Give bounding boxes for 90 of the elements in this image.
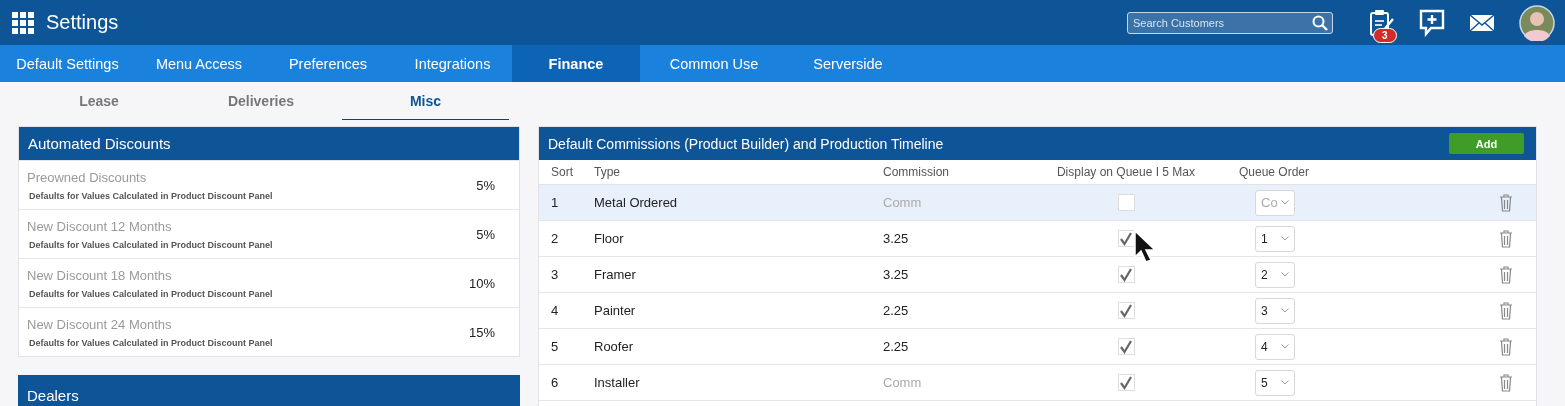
nav-tab[interactable]: Common Use <box>640 45 788 82</box>
checkmark-icon <box>1119 339 1133 354</box>
caret-icon <box>1281 200 1289 205</box>
discount-note: Defaults for Values Calculated in Product Discount Panel <box>29 239 274 250</box>
checkbox[interactable] <box>1117 338 1135 355</box>
checkbox[interactable] <box>1117 230 1135 247</box>
discount-value: 15% <box>468 324 495 340</box>
queue-order-select[interactable]: 3 <box>1255 297 1295 324</box>
discount-name: New Discount 12 Months <box>27 218 173 234</box>
caret-icon <box>1281 380 1289 385</box>
user-avatar[interactable] <box>1519 4 1555 41</box>
queue-order-select[interactable]: 5 <box>1255 369 1295 396</box>
commission-field[interactable]: Comm <box>883 195 1003 210</box>
panel-title: Default Commissions (Product Builder) and Production Timeline <box>548 135 944 152</box>
discount-value: 5% <box>476 177 495 193</box>
caret-icon <box>1281 308 1289 313</box>
discount-name: Preowned Discounts <box>27 169 148 185</box>
queue-order-select[interactable]: 4 <box>1255 333 1295 360</box>
table-row[interactable]: 1 Metal Ordered Comm Co <box>539 185 1536 221</box>
commission-field[interactable]: 3.25 <box>883 267 1003 282</box>
discount-note: Defaults for Values Calculated in Product Discount Panel <box>29 337 274 348</box>
sort-number: 6 <box>550 375 560 390</box>
nav-tab[interactable]: Integrations <box>393 45 512 82</box>
nav-tab[interactable]: Finance <box>512 45 640 82</box>
panel-title: Dealers <box>27 386 79 404</box>
checkbox[interactable] <box>1117 194 1135 211</box>
sort-number: 5 <box>550 339 560 354</box>
type-cell-text: Floor <box>594 231 625 246</box>
mail-icon[interactable] <box>1469 12 1495 33</box>
column-header: Commission <box>883 165 950 179</box>
trash-icon[interactable] <box>1499 193 1513 212</box>
discount-note: Defaults for Values Calculated in Product Discount Panel <box>29 190 274 201</box>
type-cell-text: Painter <box>594 303 637 318</box>
type-cell-text: Roofer <box>594 339 635 354</box>
notification-badge: 3 <box>1373 27 1397 43</box>
discount-value: 10% <box>468 275 495 291</box>
table-row[interactable]: 5 Roofer 2.25 4 <box>539 329 1536 365</box>
sort-number: 3 <box>550 267 560 282</box>
sub-tab[interactable]: Lease <box>18 82 180 120</box>
type-cell-text: Metal Ordered <box>594 195 679 210</box>
caret-icon <box>1281 344 1289 349</box>
checkmark-icon <box>1119 303 1133 318</box>
page-title: Settings <box>46 11 119 34</box>
sub-tab[interactable]: Deliveries <box>180 82 342 120</box>
nav-tab[interactable]: Preferences <box>263 45 393 82</box>
trash-icon[interactable] <box>1499 373 1513 392</box>
discount-value: 5% <box>476 226 495 242</box>
checkmark-icon <box>1119 267 1133 282</box>
panel-title: Automated Discounts <box>28 135 171 152</box>
sort-number: 4 <box>550 303 560 318</box>
discount-note: Defaults for Values Calculated in Product Discount Panel <box>29 288 274 299</box>
column-header: Type <box>594 165 621 179</box>
commission-field[interactable]: 3.25 <box>883 231 1003 246</box>
add-comment-icon[interactable] <box>1419 8 1445 37</box>
caret-icon <box>1281 272 1289 277</box>
column-header: Queue Order <box>1238 165 1311 179</box>
type-cell-text: Installer <box>594 375 641 390</box>
table-row[interactable]: 3 Framer 3.25 2 <box>539 257 1536 293</box>
caret-icon <box>1281 236 1289 241</box>
checkmark-icon <box>1119 231 1133 246</box>
sort-number: 2 <box>550 231 560 246</box>
checkbox[interactable] <box>1117 302 1135 319</box>
table-row[interactable]: 6 Installer Comm 5 <box>539 365 1536 401</box>
nav-tab[interactable]: Serverside <box>788 45 908 82</box>
apps-grid-icon[interactable] <box>12 11 34 34</box>
checkbox[interactable] <box>1117 266 1135 283</box>
commission-field[interactable]: Comm <box>883 375 1003 390</box>
sub-tab[interactable]: Misc <box>342 82 509 120</box>
trash-icon[interactable] <box>1499 301 1513 320</box>
trash-icon[interactable] <box>1499 229 1513 248</box>
queue-order-select[interactable]: 1 <box>1255 225 1295 252</box>
trash-icon[interactable] <box>1499 337 1513 356</box>
clipboard-icon[interactable] <box>1369 8 1395 37</box>
commission-field[interactable]: 2.25 <box>883 303 1003 318</box>
sort-number: 1 <box>550 195 560 210</box>
discount-name: New Discount 18 Months <box>27 267 173 283</box>
search-field[interactable]: Search Customers <box>1127 11 1333 34</box>
nav-tab[interactable]: Default Settings <box>0 45 135 82</box>
commission-field[interactable]: 2.25 <box>883 339 1003 354</box>
discount-name: New Discount 24 Months <box>27 316 173 332</box>
column-header: Sort <box>550 165 574 179</box>
checkbox[interactable] <box>1117 374 1135 391</box>
search-icon[interactable] <box>1312 14 1328 31</box>
nav-tab[interactable]: Menu Access <box>135 45 263 82</box>
type-cell-text: Framer <box>594 267 637 282</box>
trash-icon[interactable] <box>1499 265 1513 284</box>
queue-order-select[interactable]: 2 <box>1255 261 1295 288</box>
column-header: Display on Queue I 5 Max <box>1055 165 1197 179</box>
table-row[interactable]: 4 Painter 2.25 3 <box>539 293 1536 329</box>
checkmark-icon <box>1119 375 1133 390</box>
